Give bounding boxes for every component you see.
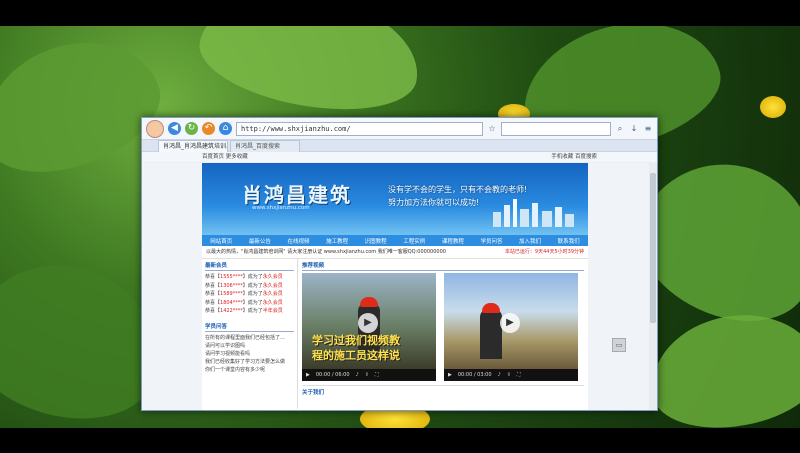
helmet-figure	[482, 303, 500, 313]
video-time: 00:00 / 06:00	[315, 372, 350, 378]
caption-line-2: 程的施工员这样说	[312, 349, 400, 362]
search-input[interactable]	[501, 121, 611, 136]
undo-icon[interactable]: ↶	[202, 122, 215, 135]
search-icon[interactable]: ⌕	[615, 124, 625, 134]
side-float-button[interactable]: ▭	[612, 338, 626, 352]
video-controls: ▶ 00:00 / 06:00 ♪ ⇪ ⛶	[302, 369, 436, 381]
member-row: 恭喜【1555****】成为了永久会员	[205, 274, 283, 280]
member-row: 恭喜【1804****】成为了永久会员	[205, 299, 283, 306]
flower-shape	[760, 96, 786, 118]
qa-item[interactable]: 我们已经收集好了学习方法要怎么做	[205, 358, 294, 366]
nav-item[interactable]: 最新公告	[249, 237, 271, 245]
scrollbar-thumb[interactable]	[650, 173, 656, 323]
favbar-right[interactable]: 手机收藏 百度搜索	[551, 152, 597, 162]
site-nav: 网站首页 最新公告 在线视频 施工教程 识图教程 工程实例 课程教程 学员问答 …	[202, 235, 588, 246]
star-icon[interactable]: ☆	[487, 124, 497, 134]
volume-icon[interactable]: ♪	[356, 372, 359, 378]
home-icon[interactable]: ⌂	[219, 122, 232, 135]
menu-icon[interactable]: ≡	[643, 124, 653, 134]
nav-item[interactable]: 学员问答	[480, 237, 502, 245]
site-logo-url: www.shxjianzhu.com	[252, 205, 310, 211]
videos-heading: 推荐视频	[302, 261, 584, 271]
refresh-icon[interactable]: ↻	[185, 122, 198, 135]
download-icon[interactable]: ↓	[629, 124, 639, 134]
back-icon[interactable]: ◀	[168, 122, 181, 135]
qa-item[interactable]: 在所有的课程里面我们已经包括了...	[205, 334, 294, 342]
uptime-text: 本站已运行：9天44天5小时39分钟	[504, 249, 584, 255]
member-row: 恭喜【1589****】成为了永久会员	[205, 291, 283, 297]
left-sidebar: 最新会员 恭喜【1555****】成为了永久会员 恭喜【1306****】成为了…	[202, 259, 298, 409]
site-banner: 肖鸿昌建筑 www.shxjianzhu.com 没有学不会的学生，只有不会教的…	[202, 163, 588, 235]
qa-heading: 学员问答	[205, 322, 294, 332]
nav-item[interactable]: 施工教程	[326, 237, 348, 245]
fullscreen-icon[interactable]: ⛶	[517, 372, 521, 378]
video-caption: 学习过我们视频教 程的施工员这样说	[312, 333, 400, 363]
share-icon[interactable]: ⇪	[365, 372, 369, 378]
video-player[interactable]: ▶ ▶ 00:00 / 03:00 ♪ ⇪ ⛶	[444, 273, 578, 381]
helmet-figure	[360, 297, 378, 307]
main-columns: 最新会员 恭喜【1555****】成为了永久会员 恭喜【1306****】成为了…	[202, 259, 588, 409]
web-page: 肖鸿昌建筑 www.shxjianzhu.com 没有学不会的学生，只有不会教的…	[202, 163, 588, 410]
leaf-shape	[192, 26, 428, 125]
skyline-graphic	[493, 199, 574, 227]
caption-line-1: 学习过我们视频教	[312, 334, 400, 347]
browser-window: ◀ ↻ ↶ ⌂ http://www.shxjianzhu.com/ ☆ ⌕ ↓…	[141, 117, 658, 411]
share-icon[interactable]: ⇪	[507, 372, 511, 378]
avatar[interactable]	[146, 119, 164, 138]
fullscreen-icon[interactable]: ⛶	[375, 372, 379, 378]
qa-item[interactable]: 请问学习视频能看吗	[205, 350, 294, 358]
play-icon[interactable]: ▶	[358, 313, 378, 333]
scrollbar[interactable]	[649, 163, 657, 410]
nav-item[interactable]: 识图教程	[365, 237, 387, 245]
slogan-line-1: 没有学不会的学生，只有不会教的老师!	[388, 185, 528, 194]
qa-item[interactable]: 请问可以学识图吗	[205, 342, 294, 350]
tab-inactive[interactable]: 肖鸿昌_百度搜索	[230, 140, 300, 152]
members-heading: 最新会员	[205, 261, 294, 271]
browser-toolbar: ◀ ↻ ↶ ⌂ http://www.shxjianzhu.com/ ☆ ⌕ ↓…	[142, 118, 657, 140]
favorites-bar: 百度首页 更多收藏 手机收藏 百度搜索	[142, 152, 657, 162]
video-list: ▶ 学习过我们视频教 程的施工员这样说 ▶ 00:00 / 06:00 ♪ ⇪ …	[302, 273, 584, 381]
video-time: 00:00 / 03:00	[457, 372, 492, 378]
browser-viewport: 肖鸿昌建筑 www.shxjianzhu.com 没有学不会的学生，只有不会教的…	[142, 163, 657, 410]
video-player[interactable]: ▶ 学习过我们视频教 程的施工员这样说 ▶ 00:00 / 06:00 ♪ ⇪ …	[302, 273, 436, 381]
tab-bar: 肖鸿昌_肖鸿昌建筑培训... 肖鸿昌_百度搜索	[142, 140, 657, 152]
nav-item[interactable]: 在线视频	[287, 237, 309, 245]
nav-item[interactable]: 加入我们	[519, 237, 541, 245]
member-row: 恭喜【1306****】成为了永久会员	[205, 282, 283, 289]
nav-item[interactable]: 网站首页	[210, 237, 232, 245]
play-button[interactable]: ▶	[448, 372, 452, 378]
nav-item[interactable]: 联系我们	[558, 237, 580, 245]
member-row: 恭喜【1422****】成为了半年会员	[205, 308, 283, 314]
tab-active[interactable]: 肖鸿昌_肖鸿昌建筑培训...	[158, 140, 228, 152]
nav-item[interactable]: 课程教程	[442, 237, 464, 245]
site-logo[interactable]: 肖鸿昌建筑	[242, 179, 352, 208]
address-bar[interactable]: http://www.shxjianzhu.com/	[236, 121, 483, 136]
volume-icon[interactable]: ♪	[498, 372, 501, 378]
worker-figure	[480, 309, 502, 359]
qa-item[interactable]: 你们一个课堂内容有多少呢	[205, 366, 294, 374]
play-icon[interactable]: ▶	[500, 313, 520, 333]
about-heading: 关于我们	[302, 385, 584, 396]
notice-text: 以最大的热情，"肖鸿昌建筑培训网" 请大家注册认证 www.shxjianzhu…	[206, 249, 446, 255]
play-button[interactable]: ▶	[306, 372, 310, 378]
leaf-shape	[641, 302, 800, 428]
favbar-left[interactable]: 百度首页 更多收藏	[202, 152, 248, 162]
nav-item[interactable]: 工程实例	[403, 237, 425, 245]
video-controls: ▶ 00:00 / 03:00 ♪ ⇪ ⛶	[444, 369, 578, 381]
video-section: 推荐视频 ▶ 学习过我们视频教 程的施工员这样说 ▶ 00:00 / 06:00…	[298, 259, 588, 409]
notice-bar: 以最大的热情，"肖鸿昌建筑培训网" 请大家注册认证 www.shxjianzhu…	[202, 246, 588, 259]
